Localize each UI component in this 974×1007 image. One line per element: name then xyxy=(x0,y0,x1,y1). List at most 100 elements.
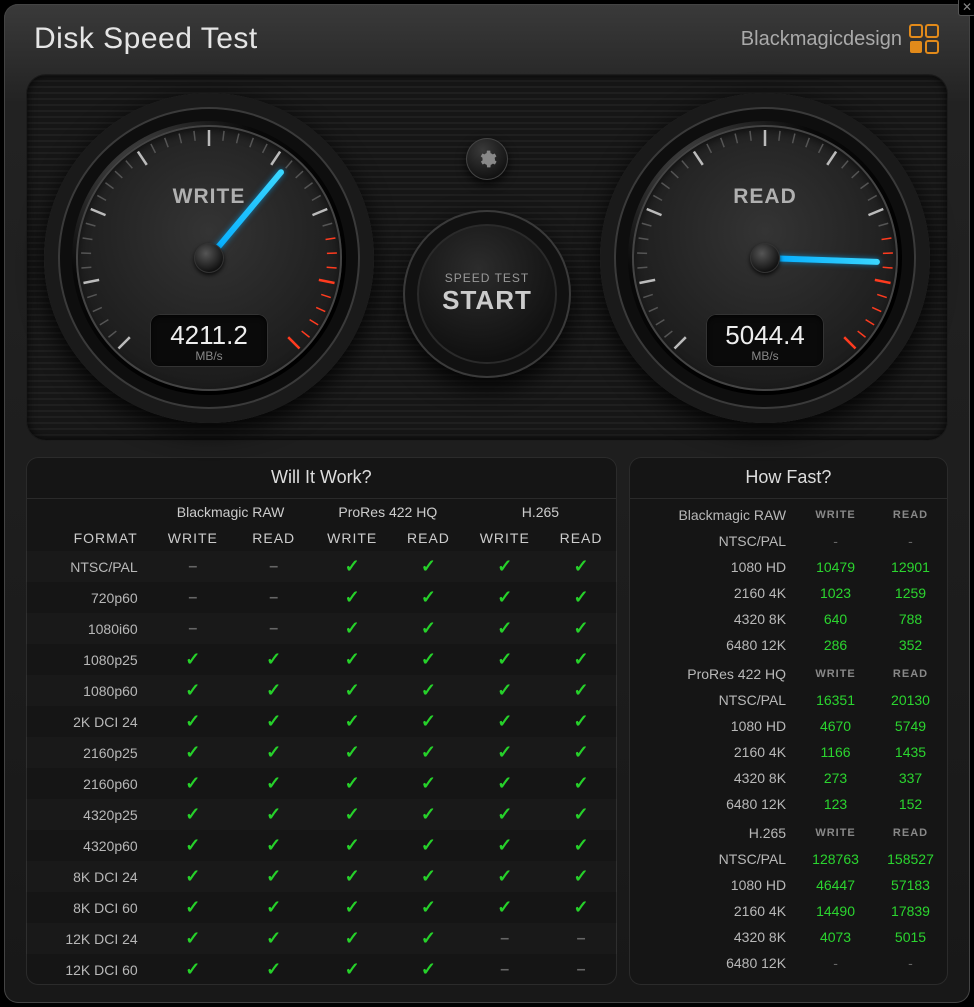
check-icon: ✓ xyxy=(574,618,589,638)
how-fast-panel: How Fast? Blackmagic RAWWRITEREADNTSC/PA… xyxy=(629,457,948,985)
check-icon: ✓ xyxy=(421,897,436,917)
check-icon: ✓ xyxy=(497,587,512,607)
settings-button[interactable] xyxy=(466,138,508,180)
table-row: NTSC/PAL-- xyxy=(629,528,948,554)
resolution-name: 4320 8K xyxy=(629,765,798,791)
write-fps: - xyxy=(798,950,873,976)
table-row: 1080i60––✓✓✓✓ xyxy=(26,613,617,644)
gauge-panel: WRITE 4211.2 MB/s SPEED TEST START xyxy=(26,74,948,441)
check-icon: ✓ xyxy=(345,804,360,824)
dash-icon: – xyxy=(269,589,278,606)
check-icon: ✓ xyxy=(574,804,589,824)
gear-icon xyxy=(477,149,497,169)
resolution-name: 1080 HD xyxy=(629,872,798,898)
dash-icon: – xyxy=(577,961,586,978)
check-icon: ✓ xyxy=(421,587,436,607)
write-fps: 16351 xyxy=(798,687,873,713)
resolution-name: 2160 4K xyxy=(629,580,798,606)
resolution-name: NTSC/PAL xyxy=(629,846,798,872)
check-icon: ✓ xyxy=(497,742,512,762)
codec-header-row: Blackmagic RAWWRITEREAD xyxy=(629,499,948,528)
table-row: 12K DCI 60✓✓✓✓–– xyxy=(26,954,617,985)
will-it-work-table: Blackmagic RAW ProRes 422 HQ H.265 FORMA… xyxy=(26,499,617,985)
resolution-name: 6480 12K xyxy=(629,950,798,976)
resolution-name: 1080 HD xyxy=(629,713,798,739)
table-row: 2160 4K10231259 xyxy=(629,580,948,606)
titlebar: Disk Speed Test Blackmagicdesign xyxy=(4,4,970,66)
check-icon: ✓ xyxy=(185,742,200,762)
start-button-label: START xyxy=(442,285,532,316)
table-row: 2160 4K11661435 xyxy=(629,739,948,765)
check-icon: ✓ xyxy=(345,835,360,855)
check-icon: ✓ xyxy=(266,804,281,824)
write-fps: 286 xyxy=(798,632,873,658)
check-icon: ✓ xyxy=(266,897,281,917)
format-name: 4320p25 xyxy=(26,799,150,830)
dash-icon: – xyxy=(188,558,197,575)
format-name: 1080i60 xyxy=(26,613,150,644)
check-icon: ✓ xyxy=(266,866,281,886)
read-fps: 20130 xyxy=(873,687,948,713)
codec-header-2: H.265 xyxy=(464,499,617,525)
will-it-work-panel: Will It Work? Blackmagic RAW ProRes 422 … xyxy=(26,457,617,985)
check-icon: ✓ xyxy=(266,649,281,669)
format-name: 4320p60 xyxy=(26,830,150,861)
format-name: 1080p60 xyxy=(26,675,150,706)
check-icon: ✓ xyxy=(185,866,200,886)
write-fps: - xyxy=(798,528,873,554)
read-gauge-value: 5044.4 xyxy=(706,320,824,351)
read-fps: 337 xyxy=(873,765,948,791)
write-fps: 1166 xyxy=(798,739,873,765)
codec-header-row: ProRes 422 HQWRITEREAD xyxy=(629,658,948,687)
check-icon: ✓ xyxy=(497,618,512,638)
start-button[interactable]: SPEED TEST START xyxy=(403,210,571,378)
check-icon: ✓ xyxy=(345,556,360,576)
write-gauge-label: WRITE xyxy=(44,185,374,209)
brand-icon xyxy=(908,23,940,55)
check-icon: ✓ xyxy=(266,742,281,762)
format-name: 8K DCI 60 xyxy=(26,892,150,923)
check-icon: ✓ xyxy=(266,711,281,731)
resolution-name: NTSC/PAL xyxy=(629,528,798,554)
check-icon: ✓ xyxy=(497,835,512,855)
brand-text: Blackmagicdesign xyxy=(741,28,902,51)
table-row: NTSC/PAL1635120130 xyxy=(629,687,948,713)
table-row: 4320p60✓✓✓✓✓✓ xyxy=(26,830,617,861)
check-icon: ✓ xyxy=(421,773,436,793)
dash-icon: – xyxy=(269,620,278,637)
read-fps: - xyxy=(873,950,948,976)
start-button-subtitle: SPEED TEST xyxy=(445,271,529,285)
table-row: 1080p25✓✓✓✓✓✓ xyxy=(26,644,617,675)
read-gauge-display: 5044.4 MB/s xyxy=(706,314,824,367)
codec-header-0: Blackmagic RAW xyxy=(150,499,312,525)
table-row: 1080 HD4644757183 xyxy=(629,872,948,898)
check-icon: ✓ xyxy=(421,804,436,824)
app-window: Disk Speed Test Blackmagicdesign WRITE 4… xyxy=(4,4,970,1003)
check-icon: ✓ xyxy=(185,897,200,917)
check-icon: ✓ xyxy=(421,680,436,700)
check-icon: ✓ xyxy=(497,773,512,793)
check-icon: ✓ xyxy=(345,866,360,886)
table-row: 2160p25✓✓✓✓✓✓ xyxy=(26,737,617,768)
check-icon: ✓ xyxy=(266,773,281,793)
check-icon: ✓ xyxy=(574,866,589,886)
check-icon: ✓ xyxy=(345,928,360,948)
check-icon: ✓ xyxy=(345,711,360,731)
table-row: 6480 12K123152 xyxy=(629,791,948,817)
check-icon: ✓ xyxy=(421,556,436,576)
check-icon: ✓ xyxy=(185,804,200,824)
format-name: 2160p60 xyxy=(26,768,150,799)
read-fps: 352 xyxy=(873,632,948,658)
close-button[interactable]: ✕ xyxy=(958,0,974,16)
check-icon: ✓ xyxy=(421,711,436,731)
dash-icon: – xyxy=(500,961,509,978)
results-tables: Will It Work? Blackmagic RAW ProRes 422 … xyxy=(26,457,948,985)
read-fps: 158527 xyxy=(873,846,948,872)
write-fps: 46447 xyxy=(798,872,873,898)
write-gauge: WRITE 4211.2 MB/s xyxy=(44,93,374,423)
table-row: 2160p60✓✓✓✓✓✓ xyxy=(26,768,617,799)
write-fps: 14490 xyxy=(798,898,873,924)
dash-icon: – xyxy=(188,589,197,606)
check-icon: ✓ xyxy=(497,711,512,731)
dash-icon: – xyxy=(188,620,197,637)
